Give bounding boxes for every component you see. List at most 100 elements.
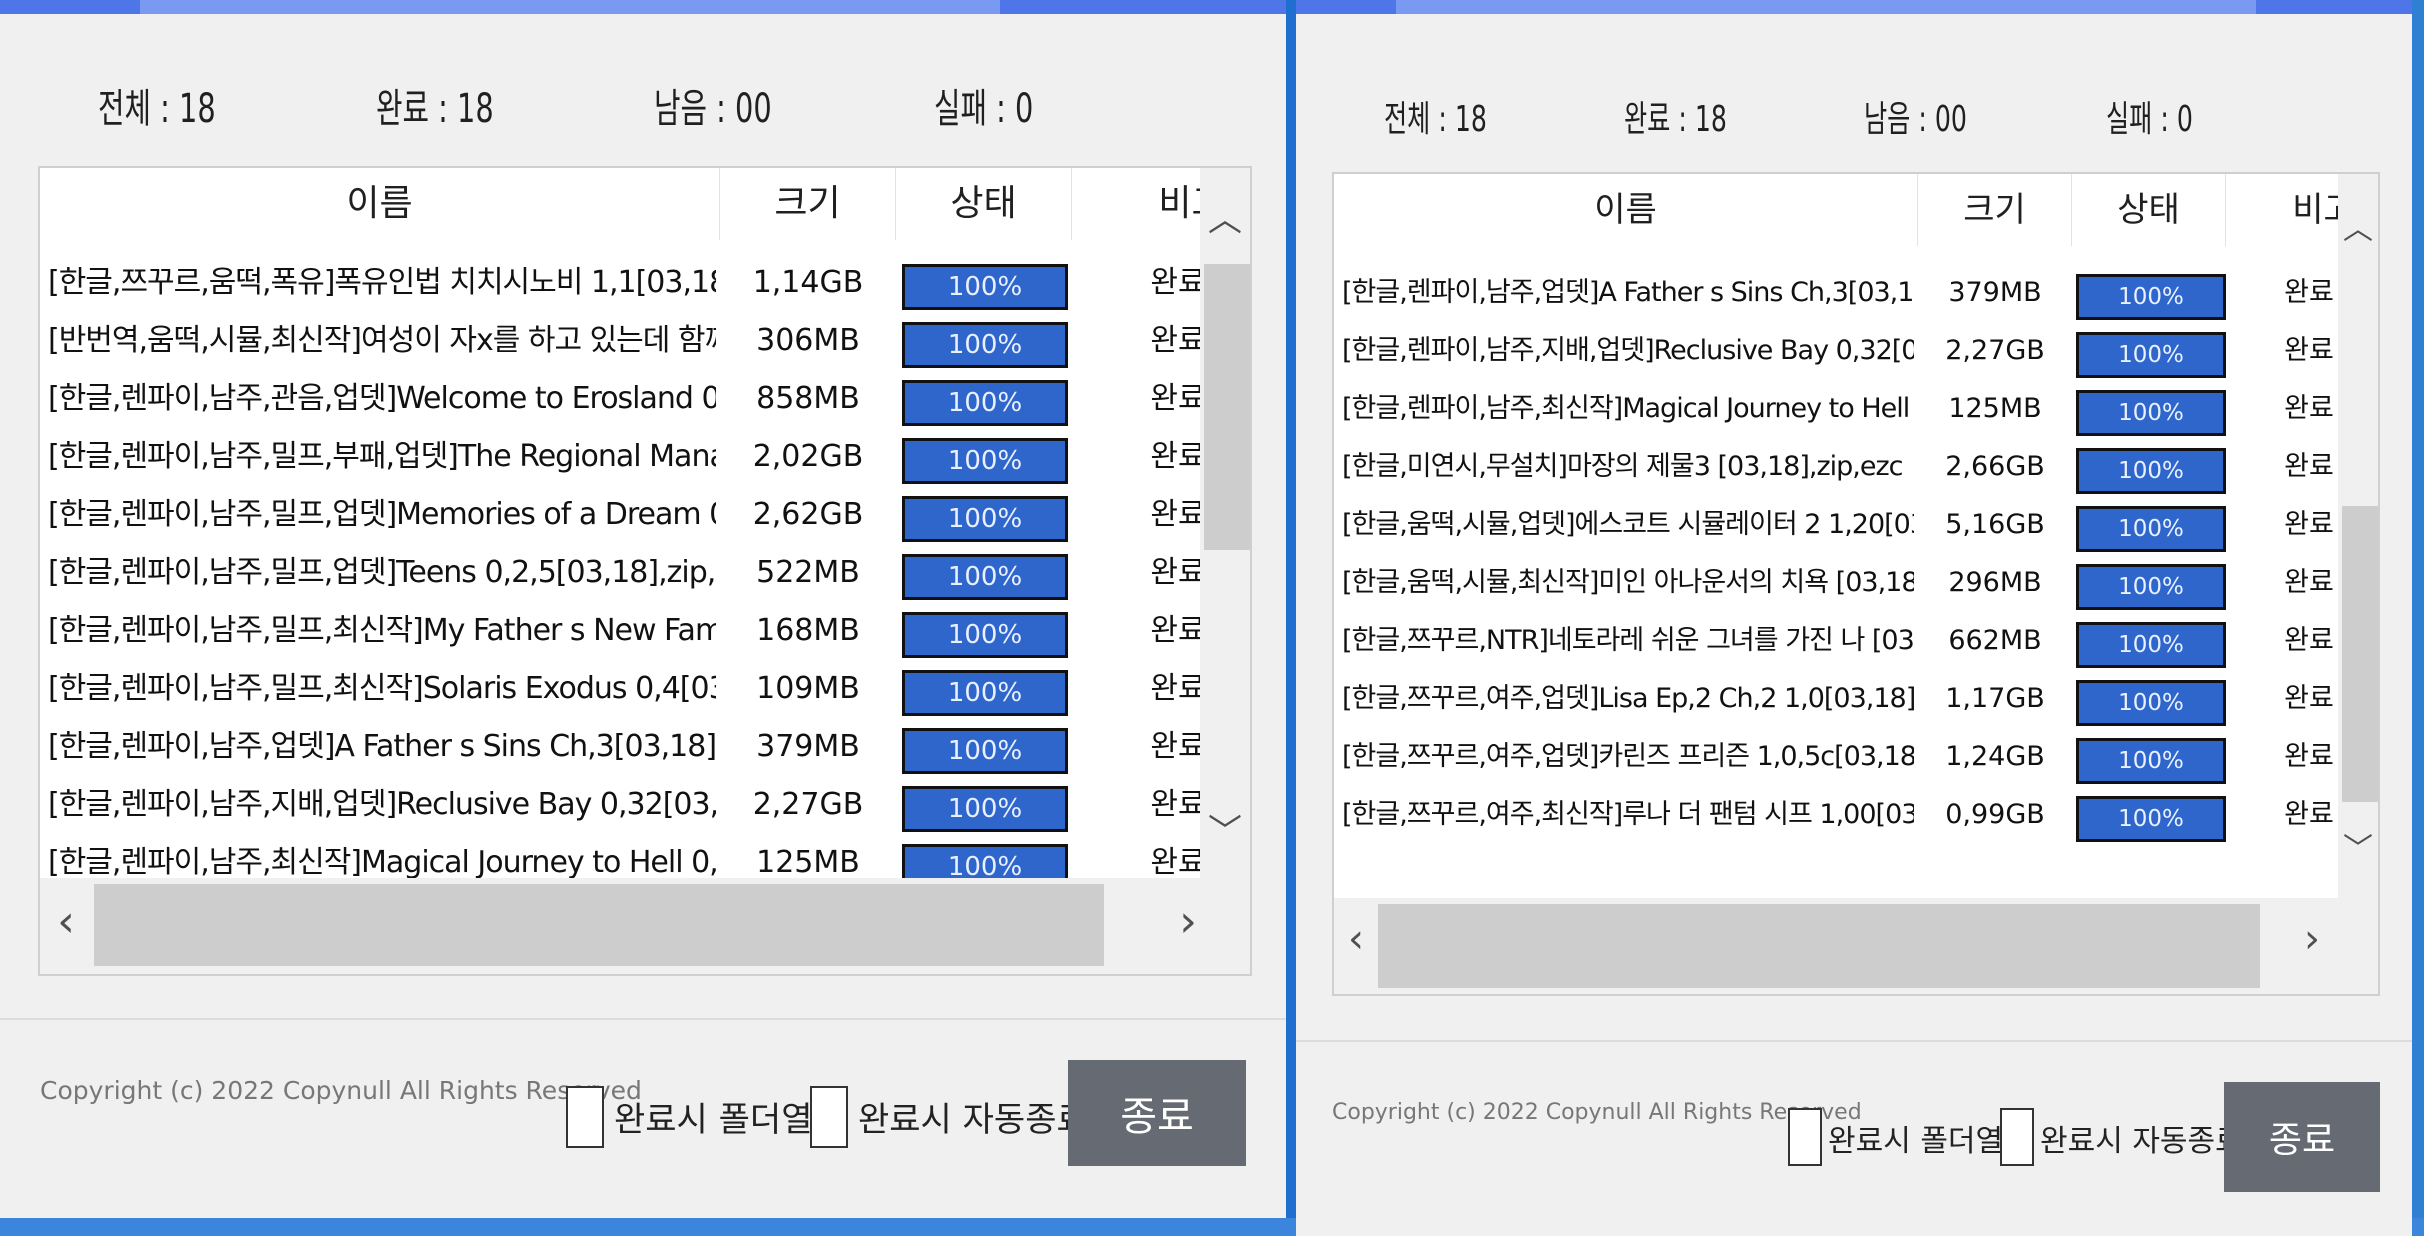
exit-button[interactable]: 종료 (2224, 1082, 2380, 1192)
status-note: 완료 (2284, 451, 2334, 482)
column-header-name[interactable]: 이름 (40, 168, 720, 240)
table-row[interactable]: [한글,렌파이,남주,지배,업뎃]Reclusive Bay 0,32[03,1… (1334, 322, 2338, 380)
file-name: [한글,움떡,시뮬,업뎃]에스코트 시뮬레이터 2 1,20[03,18],zi… (1342, 509, 1914, 540)
column-header-size[interactable]: 크기 (1918, 174, 2072, 246)
progress-bar: 100% (902, 728, 1068, 774)
scroll-down-button[interactable]: ﹀ (2338, 824, 2378, 868)
progress-bar: 100% (2076, 680, 2226, 726)
table-row[interactable]: [한글,렌파이,남주,최신작]Magical Journey to Hell 0… (1334, 380, 2338, 438)
column-header-note[interactable]: 비고 (2226, 174, 2338, 246)
download-window-left: 전체 : 18 완료 : 18 남음 : 00 실패 : 0 이름 크기 상태 … (0, 0, 1286, 1218)
copyright-text: Copyright (c) 2022 Copynull All Rights R… (40, 1076, 642, 1105)
column-header-status[interactable]: 상태 (2072, 174, 2226, 246)
table-row[interactable]: [한글,렌파이,남주,밀프,업뎃]Teens 0,2,5[03,18],zip,… (40, 544, 1200, 602)
column-header-name[interactable]: 이름 (1334, 174, 1918, 246)
progress-bar: 100% (2076, 390, 2226, 436)
progress-bar: 100% (902, 554, 1068, 600)
file-size: 109MB (756, 671, 860, 706)
status-note: 완료 (2284, 683, 2334, 714)
table-row[interactable]: [한글,움떡,시뮬,최신작]미인 아나운서의 치욕 [03,18],zip,ez… (1334, 554, 2338, 612)
horizontal-scrollbar[interactable]: ‹ › (1334, 898, 2378, 994)
file-name: [한글,미연시,무설치]마장의 제물3 [03,18],zip,ezc (1342, 451, 1903, 482)
table-row[interactable]: [한글,쯔꾸르,움떡,폭유]폭유인법 치치시노비 1,1[03,18],zip,… (40, 254, 1200, 312)
file-size: 296MB (1948, 567, 2042, 598)
file-name: [한글,쯔꾸르,NTR]네토라레 쉬운 그녀를 가진 나 [03,18],zip… (1342, 625, 1914, 656)
status-note: 완료 (1150, 671, 1200, 706)
file-size: 168MB (756, 613, 860, 648)
table-row[interactable]: [한글,쯔꾸르,여주,최신작]루나 더 팬텀 시프 1,00[03,18],zi… (1334, 786, 2338, 844)
column-header-note[interactable]: 비고 (1072, 168, 1200, 240)
stat-failed: 실패 : 0 (934, 86, 1034, 132)
file-name: [한글,렌파이,남주,밀프,최신작]Solaris Exodus 0,4[03,… (48, 671, 716, 706)
table-row[interactable]: [한글,렌파이,남주,밀프,최신작]My Father s New Family… (40, 602, 1200, 660)
status-note: 완료 (1150, 265, 1200, 300)
chevron-left-icon: ‹ (57, 896, 75, 947)
column-header-status[interactable]: 상태 (896, 168, 1072, 240)
table-row[interactable]: [한글,미연시,무설치]마장의 제물3 [03,18],zip,ezc 2,66G… (1334, 438, 2338, 496)
open-folder-checkbox[interactable] (1788, 1108, 1822, 1166)
file-name: [한글,렌파이,남주,지배,업뎃]Reclusive Bay 0,32[03,1… (1342, 335, 1914, 366)
table-row[interactable]: [한글,쯔꾸르,NTR]네토라레 쉬운 그녀를 가진 나 [03,18],zip… (1334, 612, 2338, 670)
scroll-left-button[interactable]: ‹ (1338, 916, 1374, 962)
file-size: 522MB (756, 555, 860, 590)
horizontal-scrollbar[interactable]: ‹ › (40, 878, 1250, 974)
table-row[interactable]: [한글,렌파이,남주,관음,업뎃]Welcome to Erosland 0,0… (40, 370, 1200, 428)
scroll-down-button[interactable]: ﹀ (1200, 804, 1250, 853)
horizontal-scroll-thumb[interactable] (94, 884, 1104, 966)
table-row[interactable]: [한글,렌파이,남주,밀프,부패,업뎃]The Regional Manager… (40, 428, 1200, 486)
auto-exit-label: 완료시 자동종료 (858, 1100, 1088, 1140)
file-name: [반번역,움떡,시뮬,최신작]여성이 자x를 하고 있는데 함께 H를 하는 (48, 323, 716, 358)
scroll-up-button[interactable]: ︿ (1200, 192, 1250, 241)
file-name: [한글,쯔꾸르,여주,업뎃]Lisa Ep,2 Ch,2 1,0[03,18],… (1342, 683, 1914, 714)
table-row[interactable]: [한글,렌파이,남주,밀프,업뎃]Memories of a Dream 0,2… (40, 486, 1200, 544)
vertical-scroll-thumb[interactable] (1204, 264, 1250, 550)
progress-bar: 100% (2076, 448, 2226, 494)
scroll-up-button[interactable]: ︿ (2338, 204, 2378, 248)
file-name: [한글,렌파이,남주,최신작]Magical Journey to Hell 0… (1342, 393, 1914, 424)
table-row[interactable]: [한글,쯔꾸르,여주,업뎃]Lisa Ep,2 Ch,2 1,0[03,18],… (1334, 670, 2338, 728)
progress-bar: 100% (2076, 332, 2226, 378)
horizontal-scroll-thumb[interactable] (1378, 904, 2260, 988)
download-table: 이름 크기 상태 비고 [한글,쯔꾸르,움떡,폭유]폭유인법 치치시노비 1,1… (40, 168, 1200, 878)
table-row[interactable]: [한글,움떡,시뮬,업뎃]에스코트 시뮬레이터 2 1,20[03,18],zi… (1334, 496, 2338, 554)
vertical-scroll-thumb[interactable] (2342, 506, 2378, 802)
progress-bar: 100% (902, 264, 1068, 310)
status-note: 완료 (2284, 393, 2334, 424)
table-row[interactable]: [한글,렌파이,남주,최신작]Magical Journey to Hell 0… (40, 834, 1200, 878)
file-size: 2,62GB (752, 497, 864, 532)
stat-remaining: 남음 : 00 (654, 86, 772, 132)
scroll-left-button[interactable]: ‹ (46, 896, 86, 947)
exit-button[interactable]: 종료 (1068, 1060, 1246, 1166)
progress-bar: 100% (2076, 506, 2226, 552)
table-row[interactable]: [한글,쯔꾸르,여주,업뎃]카린즈 프리즌 1,0,5c[03,18],zip,… (1334, 728, 2338, 786)
chevron-down-icon: ﹀ (1208, 812, 1242, 852)
file-name: [한글,렌파이,남주,밀프,최신작]My Father s New Family… (48, 613, 716, 648)
status-note: 완료 (1150, 323, 1200, 358)
table-row[interactable]: [한글,렌파이,남주,밀프,최신작]Solaris Exodus 0,4[03,… (40, 660, 1200, 718)
status-note: 완료 (2284, 277, 2334, 308)
table-row[interactable]: [한글,렌파이,남주,업뎃]A Father s Sins Ch,3[03,18… (40, 718, 1200, 776)
title-bar[interactable] (0, 0, 1286, 14)
status-note: 완료 (2284, 509, 2334, 540)
column-header-size[interactable]: 크기 (720, 168, 896, 240)
table-row[interactable]: [반번역,움떡,시뮬,최신작]여성이 자x를 하고 있는데 함께 H를 하는 30… (40, 312, 1200, 370)
stat-total: 전체 : 18 (98, 86, 216, 132)
table-row[interactable]: [한글,렌파이,남주,지배,업뎃]Reclusive Bay 0,32[03,1… (40, 776, 1200, 834)
table-row[interactable]: [한글,렌파이,남주,업뎃]A Father s Sins Ch,3[03,18… (1334, 264, 2338, 322)
file-size: 858MB (756, 381, 860, 416)
status-note: 완료 (1150, 555, 1200, 590)
title-bar[interactable] (1296, 0, 2412, 14)
vertical-scrollbar[interactable]: ︿ ﹀ (1200, 168, 1250, 878)
auto-exit-checkbox[interactable] (2000, 1108, 2034, 1166)
status-note: 완료 (1150, 787, 1200, 822)
chevron-right-icon: › (1179, 896, 1197, 947)
file-size: 1,14GB (752, 265, 864, 300)
open-folder-checkbox[interactable] (566, 1086, 604, 1148)
file-size: 1,17GB (1945, 683, 2045, 714)
vertical-scrollbar[interactable]: ︿ ﹀ (2338, 174, 2378, 898)
scroll-right-button[interactable]: › (1168, 896, 1208, 947)
scroll-right-button[interactable]: › (2294, 916, 2330, 962)
file-size: 2,02GB (752, 439, 864, 474)
auto-exit-checkbox[interactable] (810, 1086, 848, 1148)
chevron-right-icon: › (2304, 916, 2320, 962)
